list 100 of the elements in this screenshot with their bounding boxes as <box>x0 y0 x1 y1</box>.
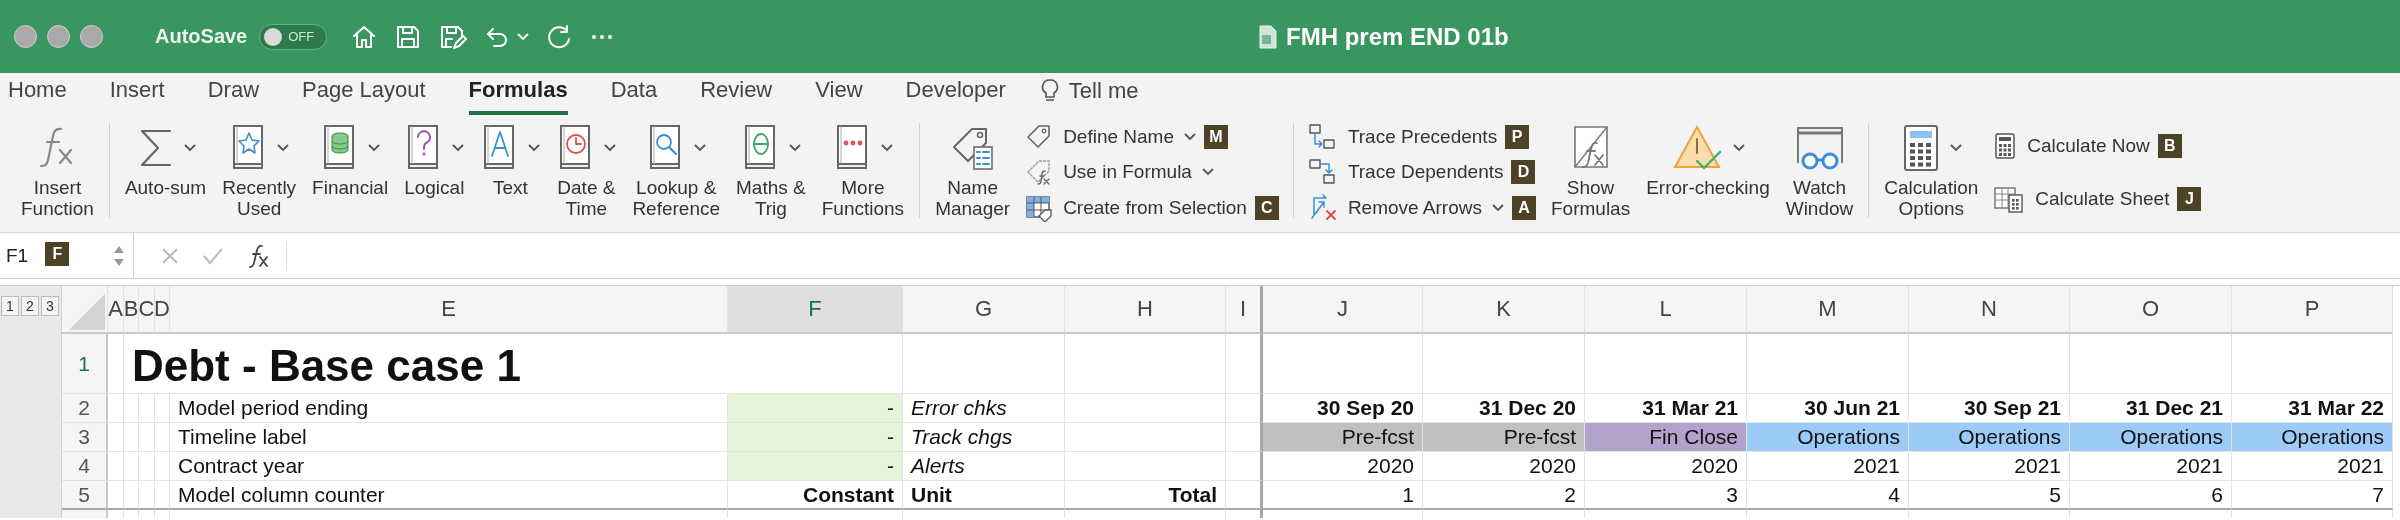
menu-tab[interactable]: Page Layout <box>302 77 426 115</box>
tell-me-search[interactable]: Tell me <box>1068 78 1139 104</box>
row-header[interactable]: 1 <box>62 334 108 394</box>
menu-tab[interactable]: Developer <box>905 77 1006 115</box>
column-header[interactable]: H <box>1065 286 1226 334</box>
keytip-badge: D <box>1511 160 1536 185</box>
table-cell: 2021 <box>2232 452 2393 481</box>
phase-cell: Operations <box>1909 423 2070 452</box>
row-header[interactable]: 5 <box>62 481 108 510</box>
column-header[interactable]: I <box>1226 286 1263 334</box>
table-cell: 2021 <box>2070 452 2232 481</box>
ribbon-button[interactable]: Insert Function <box>16 119 99 232</box>
column-header[interactable]: L <box>1585 286 1747 334</box>
keytip-badge: M <box>1204 124 1228 149</box>
column-header[interactable]: P <box>2232 286 2393 334</box>
table-cell: 2020 <box>1423 452 1585 481</box>
table-cell: 2020 <box>1263 452 1423 481</box>
ribbon-button[interactable]: More Functions <box>816 119 910 232</box>
ribbon-button[interactable]: Date & Time <box>551 119 622 232</box>
column-header[interactable]: E <box>170 286 728 334</box>
sheet-title: Debt - Base case 1 <box>124 334 728 394</box>
autosave-toggle[interactable]: OFF <box>259 23 328 50</box>
column-header[interactable]: G <box>903 286 1065 334</box>
row-label: Timeline label <box>170 423 728 452</box>
table-cell: 2021 <box>1747 452 1909 481</box>
row-header[interactable]: 2 <box>62 394 108 423</box>
table-cell: Error chks <box>903 394 1065 423</box>
ribbon-button[interactable]: Calculate Now <box>1993 131 2150 160</box>
column-header[interactable]: C <box>139 286 155 334</box>
ribbon-button[interactable]: Calculation Options <box>1879 119 1984 232</box>
autosave-label: AutoSave <box>155 25 248 48</box>
column-header[interactable]: O <box>2070 286 2232 334</box>
input-cell: - <box>728 423 903 452</box>
ribbon-button[interactable]: Trace Dependents <box>1307 158 1504 187</box>
row-header[interactable]: 4 <box>62 452 108 481</box>
ribbon-button[interactable]: Watch Window <box>1780 119 1859 232</box>
menu-tab[interactable]: Home <box>8 77 67 115</box>
keytip-badge: P <box>1505 124 1530 149</box>
phase-cell: Operations <box>1747 423 1909 452</box>
column-header[interactable]: D <box>155 286 170 334</box>
table-cell: 2020 <box>1585 452 1747 481</box>
ribbon-button[interactable]: Name Manager <box>930 119 1016 232</box>
column-header[interactable]: J <box>1263 286 1423 334</box>
ribbon-button[interactable]: Recently Used <box>217 119 302 232</box>
menu-tab[interactable]: View <box>815 77 863 115</box>
table-cell: 2 <box>1423 481 1585 510</box>
input-cell: - <box>728 394 903 423</box>
outline-level-button[interactable]: 1 <box>1 296 19 316</box>
row-label: Model period ending <box>170 394 728 423</box>
table-cell: Total <box>1065 481 1226 510</box>
column-header[interactable]: N <box>1909 286 2070 334</box>
keytip-badge: B <box>2157 133 2182 158</box>
phase-cell: Operations <box>2232 423 2393 452</box>
window-title: FMH prem END 01b <box>1286 22 1509 51</box>
column-header[interactable]: K <box>1423 286 1585 334</box>
input-cell: - <box>728 452 903 481</box>
ribbon-button[interactable]: Lookup & Reference <box>627 119 726 232</box>
row-label: Contract year <box>170 452 728 481</box>
phase-cell: Pre-fcst <box>1263 423 1423 452</box>
phase-cell: Fin Close <box>1585 423 1747 452</box>
table-cell: Unit <box>903 481 1065 510</box>
row-label: Model column counter <box>170 481 728 510</box>
menu-tab[interactable]: Draw <box>207 77 260 115</box>
ribbon-button[interactable]: Use in Formula <box>1025 158 1214 187</box>
table-cell: Constant <box>728 481 903 510</box>
phase-cell: Pre-fcst <box>1423 423 1585 452</box>
column-header[interactable]: A <box>108 286 124 334</box>
ribbon-button[interactable]: Logical <box>399 119 470 232</box>
menu-tab[interactable]: Insert <box>109 77 165 115</box>
menu-tab[interactable]: Data <box>610 77 658 115</box>
ribbon-button[interactable]: Define Name <box>1025 122 1196 151</box>
ribbon-button[interactable]: Financial <box>307 119 394 232</box>
outline-level-button[interactable]: 3 <box>41 296 59 316</box>
table-cell: 6 <box>2070 481 2232 510</box>
table-cell: 4 <box>1747 481 1909 510</box>
ribbon-button[interactable]: Maths & Trig <box>731 119 811 232</box>
row-header[interactable]: 3 <box>62 423 108 452</box>
phase-cell: Operations <box>2070 423 2232 452</box>
table-cell: Alerts <box>903 452 1065 481</box>
ribbon-button[interactable]: Text <box>475 119 546 232</box>
ribbon-button[interactable]: Trace Precedents <box>1307 122 1498 151</box>
ribbon-button[interactable]: Calculate Sheet <box>1993 185 2170 214</box>
ribbon-button[interactable]: Auto-sum <box>119 119 212 232</box>
ribbon-button[interactable]: Show Formulas <box>1546 119 1636 232</box>
ribbon-button[interactable]: Remove Arrows <box>1307 194 1504 223</box>
column-header[interactable]: M <box>1747 286 1909 334</box>
ribbon-button[interactable]: Create from Selection <box>1025 194 1247 223</box>
keytip-badge: F <box>45 242 70 266</box>
keytip-badge: C <box>1254 196 1279 221</box>
outline-level-button[interactable]: 2 <box>21 296 39 316</box>
table-cell: 3 <box>1585 481 1747 510</box>
column-header[interactable]: B <box>124 286 139 334</box>
keytip-badge: J <box>2177 187 2202 212</box>
table-cell: Track chgs <box>903 423 1065 452</box>
menu-tab[interactable]: Review <box>700 77 773 115</box>
table-cell: 1 <box>1263 481 1423 510</box>
column-header[interactable]: F <box>728 286 903 334</box>
table-cell: 5 <box>1909 481 2070 510</box>
ribbon-button[interactable]: Error-checking <box>1641 119 1775 232</box>
keytip-badge: A <box>1512 196 1536 221</box>
